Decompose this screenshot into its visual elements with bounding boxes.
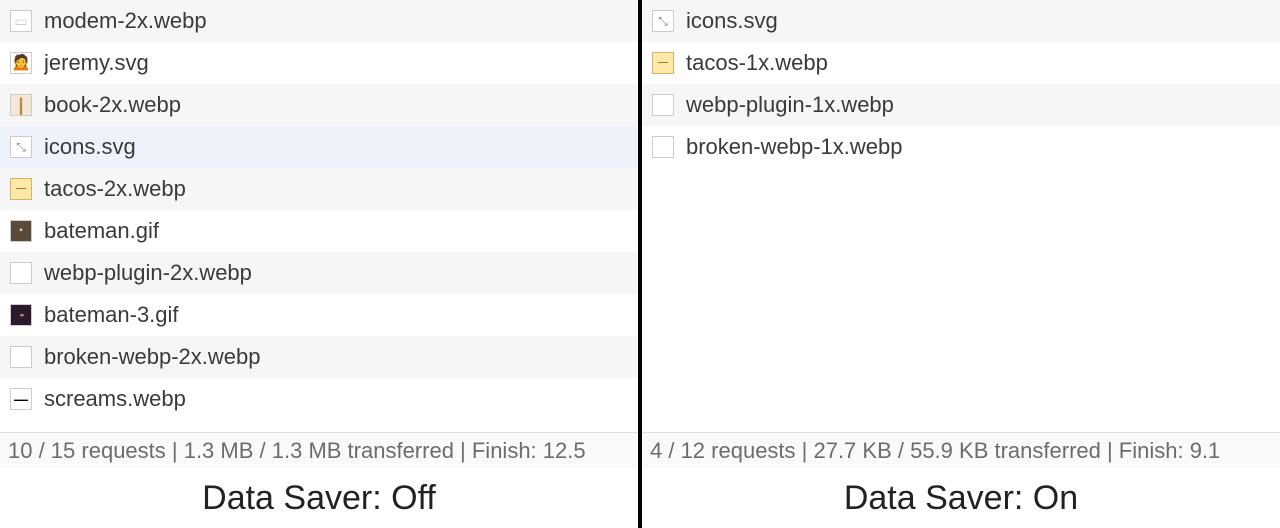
file-thumb-icon <box>10 346 32 368</box>
network-row[interactable]: bateman.gif <box>0 210 638 252</box>
network-row[interactable]: icons.svg <box>642 0 1280 42</box>
network-row[interactable]: modem-2x.webp <box>0 0 638 42</box>
file-name: screams.webp <box>44 386 638 412</box>
file-thumb-icon <box>652 10 674 32</box>
status-bar-right: 4 / 12 requests | 27.7 KB / 55.9 KB tran… <box>642 432 1280 468</box>
file-name: broken-webp-2x.webp <box>44 344 638 370</box>
caption-left: Data Saver: Off <box>0 468 638 528</box>
pane-left: modem-2x.webp jeremy.svg book-2x.webp icons… <box>0 0 638 528</box>
network-row[interactable]: jeremy.svg <box>0 42 638 84</box>
file-thumb-icon <box>652 136 674 158</box>
file-thumb-icon <box>10 388 32 410</box>
pane-right: icons.svg tacos-1x.webp webp-plugin-1x.web… <box>642 0 1280 528</box>
file-thumb-icon <box>10 94 32 116</box>
file-name: bateman.gif <box>44 218 638 244</box>
file-name: icons.svg <box>44 134 638 160</box>
network-row[interactable]: broken-webp-2x.webp <box>0 336 638 378</box>
network-list-right: icons.svg tacos-1x.webp webp-plugin-1x.web… <box>642 0 1280 432</box>
file-name: webp-plugin-1x.webp <box>686 92 1280 118</box>
status-bar-left: 10 / 15 requests | 1.3 MB / 1.3 MB trans… <box>0 432 638 468</box>
file-thumb-icon <box>652 94 674 116</box>
file-name: tacos-1x.webp <box>686 50 1280 76</box>
network-row[interactable]: book-2x.webp <box>0 84 638 126</box>
file-thumb-icon <box>10 10 32 32</box>
network-row[interactable]: tacos-2x.webp <box>0 168 638 210</box>
file-thumb-icon <box>10 136 32 158</box>
network-row[interactable]: tacos-1x.webp <box>642 42 1280 84</box>
file-name: webp-plugin-2x.webp <box>44 260 638 286</box>
file-name: jeremy.svg <box>44 50 638 76</box>
file-thumb-icon <box>652 52 674 74</box>
file-name: broken-webp-1x.webp <box>686 134 1280 160</box>
file-name: tacos-2x.webp <box>44 176 638 202</box>
file-name: icons.svg <box>686 8 1280 34</box>
network-row[interactable]: screams.webp <box>0 378 638 420</box>
network-list-left: modem-2x.webp jeremy.svg book-2x.webp icons… <box>0 0 638 432</box>
file-thumb-icon <box>10 262 32 284</box>
network-row[interactable]: bateman-3.gif <box>0 294 638 336</box>
file-thumb-icon <box>10 304 32 326</box>
network-row[interactable]: webp-plugin-1x.webp <box>642 84 1280 126</box>
network-row[interactable]: broken-webp-1x.webp <box>642 126 1280 168</box>
file-name: book-2x.webp <box>44 92 638 118</box>
file-thumb-icon <box>10 52 32 74</box>
file-thumb-icon <box>10 178 32 200</box>
file-name: modem-2x.webp <box>44 8 638 34</box>
network-row[interactable]: webp-plugin-2x.webp <box>0 252 638 294</box>
network-row[interactable]: icons.svg <box>0 126 638 168</box>
caption-right: Data Saver: On <box>642 468 1280 528</box>
file-thumb-icon <box>10 220 32 242</box>
file-name: bateman-3.gif <box>44 302 638 328</box>
